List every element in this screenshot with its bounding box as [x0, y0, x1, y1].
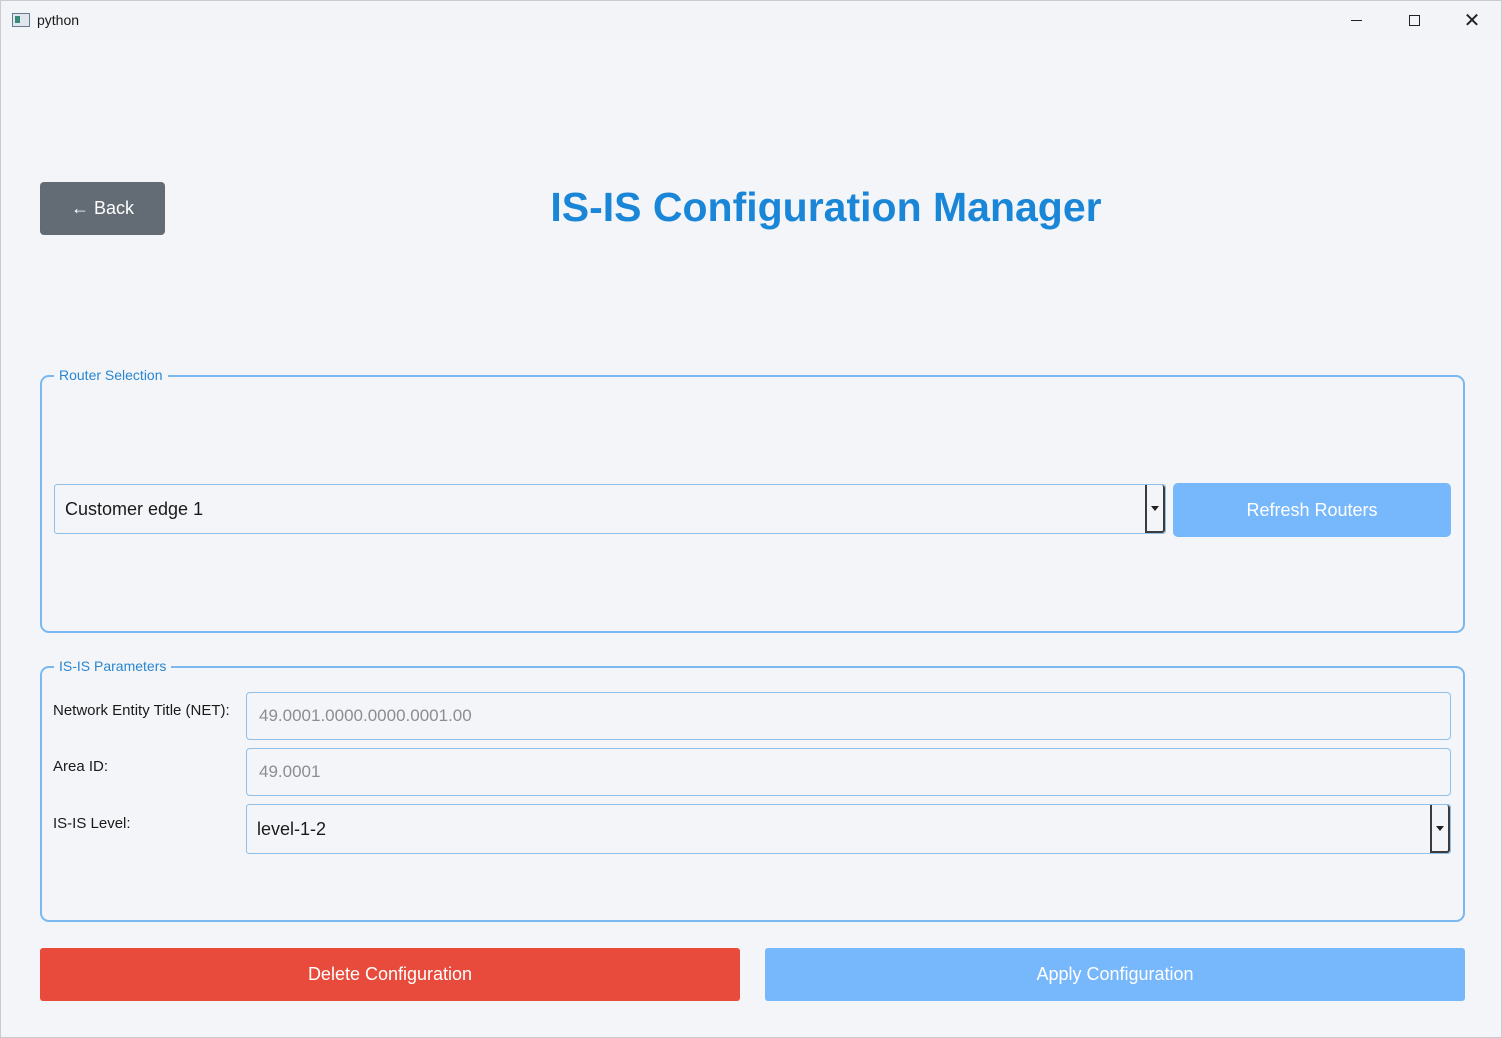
router-select[interactable]: Customer edge 1 [54, 484, 1166, 534]
chevron-down-icon [1151, 505, 1159, 511]
title-bar: python ✕ [1, 1, 1501, 39]
area-id-input[interactable] [246, 748, 1451, 796]
page-title: IS-IS Configuration Manager [550, 184, 1102, 230]
window-title: python [37, 12, 80, 28]
isis-level-value: level-1-2 [257, 818, 327, 839]
delete-configuration-button[interactable]: Delete Configuration [40, 948, 740, 1001]
maximize-icon [1408, 14, 1420, 26]
isis-parameters-legend: IS-IS Parameters [54, 658, 172, 674]
isis-parameters-group: IS-IS Parameters Network Entity Title (N… [40, 658, 1465, 922]
area-id-label: Area ID: [53, 758, 109, 775]
isis-level-label: IS-IS Level: [53, 815, 131, 832]
apply-configuration-button[interactable]: Apply Configuration [765, 948, 1465, 1001]
close-icon: ✕ [1463, 8, 1481, 32]
maximize-button[interactable] [1385, 1, 1443, 39]
net-label: Network Entity Title (NET): [53, 702, 230, 719]
close-button[interactable]: ✕ [1443, 1, 1501, 39]
router-selection-legend: Router Selection [54, 367, 168, 383]
router-select-value: Customer edge 1 [65, 498, 204, 519]
minimize-button[interactable] [1327, 1, 1385, 39]
router-dropdown-button[interactable] [1145, 485, 1165, 533]
isis-level-select[interactable]: level-1-2 [246, 804, 1451, 854]
net-input[interactable] [246, 692, 1451, 740]
app-icon [12, 13, 30, 27]
back-button[interactable]: ← Back [40, 182, 165, 235]
router-selection-group: Router Selection Customer edge 1 Refresh… [40, 367, 1465, 633]
minimize-icon [1350, 19, 1362, 21]
refresh-routers-button[interactable]: Refresh Routers [1173, 483, 1451, 537]
chevron-down-icon [1436, 825, 1444, 831]
level-dropdown-button[interactable] [1430, 805, 1450, 853]
